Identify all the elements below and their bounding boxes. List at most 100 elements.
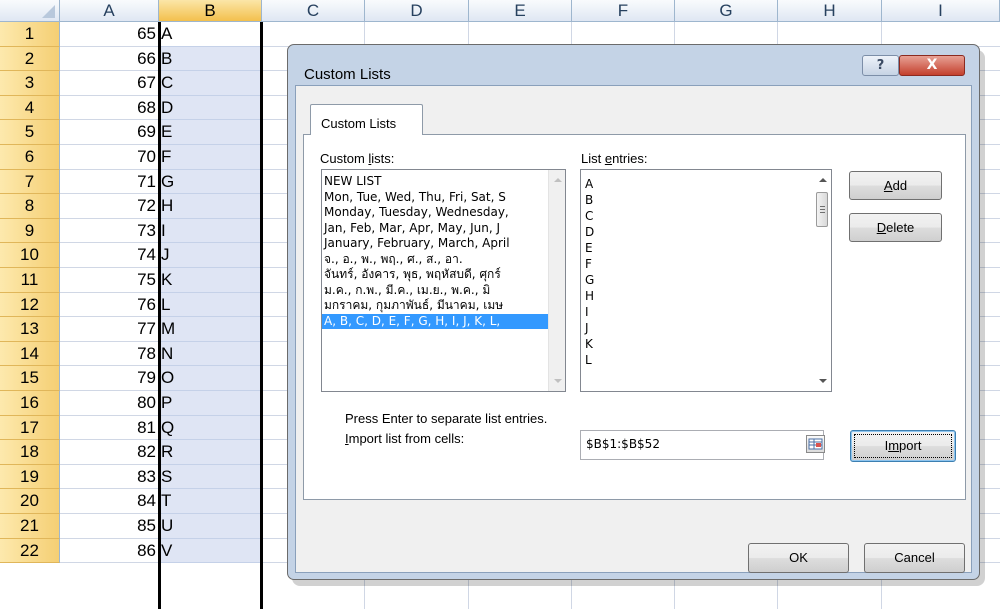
scroll-thumb[interactable] bbox=[816, 192, 828, 227]
cell-a15[interactable]: 79 bbox=[60, 366, 159, 391]
row-header-14[interactable]: 14 bbox=[0, 341, 60, 367]
cell-a18[interactable]: 82 bbox=[60, 440, 159, 465]
cell-b22[interactable]: V bbox=[159, 538, 262, 564]
ok-button[interactable]: OK bbox=[748, 543, 849, 573]
row-header-22[interactable]: 22 bbox=[0, 538, 60, 564]
cell-a5[interactable]: 69 bbox=[60, 120, 159, 145]
import-range-input[interactable]: $B$1:$B$52 bbox=[580, 430, 824, 460]
cell-b12[interactable]: L bbox=[159, 292, 262, 318]
row-header-1[interactable]: 1 bbox=[0, 22, 60, 47]
cell-a11[interactable]: 75 bbox=[60, 268, 159, 293]
custom-list-item[interactable]: Jan, Feb, Mar, Apr, May, Jun, J bbox=[322, 221, 548, 237]
cell-a8[interactable]: 72 bbox=[60, 194, 159, 219]
cell-a6[interactable]: 70 bbox=[60, 145, 159, 170]
custom-list-item[interactable]: A, B, C, D, E, F, G, H, I, J, K, L, bbox=[322, 313, 548, 329]
row-header-2[interactable]: 2 bbox=[0, 46, 60, 72]
collapse-dialog-icon[interactable] bbox=[806, 435, 825, 453]
cell-b5[interactable]: E bbox=[159, 120, 262, 145]
cell-b19[interactable]: S bbox=[159, 464, 262, 490]
row-header-13[interactable]: 13 bbox=[0, 317, 60, 342]
row-header-12[interactable]: 12 bbox=[0, 292, 60, 318]
row-header-9[interactable]: 9 bbox=[0, 218, 60, 244]
cell-a19[interactable]: 83 bbox=[60, 464, 159, 490]
cell-a20[interactable]: 84 bbox=[60, 489, 159, 514]
scroll-down-arrow-icon[interactable] bbox=[554, 379, 562, 383]
cell-b7[interactable]: G bbox=[159, 169, 262, 195]
cell-b15[interactable]: O bbox=[159, 366, 262, 391]
close-button[interactable]: X bbox=[899, 55, 965, 76]
cell-a4[interactable]: 68 bbox=[60, 95, 159, 121]
custom-list-item[interactable]: Monday, Tuesday, Wednesday, bbox=[322, 205, 548, 221]
tab-custom-lists[interactable]: Custom Lists bbox=[310, 104, 423, 135]
cell-b20[interactable]: T bbox=[159, 489, 262, 514]
scroll-up-arrow-icon[interactable] bbox=[819, 178, 827, 182]
custom-lists-listbox[interactable]: NEW LIST Mon, Tue, Wed, Thu, Fri, Sat, SM… bbox=[321, 169, 566, 392]
row-header-4[interactable]: 4 bbox=[0, 95, 60, 121]
row-header-11[interactable]: 11 bbox=[0, 268, 60, 293]
column-header-b[interactable]: B bbox=[159, 0, 262, 22]
cell-a2[interactable]: 66 bbox=[60, 46, 159, 72]
custom-list-item[interactable]: จ., อ., พ., พฤ., ศ., ส., อา. bbox=[322, 252, 548, 268]
row-header-20[interactable]: 20 bbox=[0, 489, 60, 514]
row-header-21[interactable]: 21 bbox=[0, 514, 60, 539]
cell-a22[interactable]: 86 bbox=[60, 538, 159, 564]
cell-b13[interactable]: M bbox=[159, 317, 262, 342]
row-header-5[interactable]: 5 bbox=[0, 120, 60, 145]
cell-a12[interactable]: 76 bbox=[60, 292, 159, 318]
row-header-15[interactable]: 15 bbox=[0, 366, 60, 391]
column-header-f[interactable]: F bbox=[572, 0, 675, 22]
cell-a16[interactable]: 80 bbox=[60, 391, 159, 416]
column-header-e[interactable]: E bbox=[469, 0, 572, 22]
cell-a3[interactable]: 67 bbox=[60, 71, 159, 96]
cell-b9[interactable]: I bbox=[159, 218, 262, 244]
row-header-3[interactable]: 3 bbox=[0, 71, 60, 96]
select-all-corner[interactable] bbox=[0, 0, 60, 22]
cell-a9[interactable]: 73 bbox=[60, 218, 159, 244]
column-header-a[interactable]: A bbox=[60, 0, 159, 22]
row-header-16[interactable]: 16 bbox=[0, 391, 60, 416]
custom-list-item[interactable]: ม.ค., ก.พ., มี.ค., เม.ย., พ.ค., มิ bbox=[322, 283, 548, 299]
cell-b16[interactable]: P bbox=[159, 391, 262, 416]
row-header-7[interactable]: 7 bbox=[0, 169, 60, 195]
custom-list-item[interactable]: จันทร์, อังคาร, พุธ, พฤหัสบดี, ศุกร์ bbox=[322, 267, 548, 283]
cell-a10[interactable]: 74 bbox=[60, 243, 159, 268]
cell-b2[interactable]: B bbox=[159, 46, 262, 72]
custom-list-item[interactable]: มกราคม, กุมภาพันธ์, มีนาคม, เมษ bbox=[322, 298, 548, 314]
cell-b6[interactable]: F bbox=[159, 145, 262, 170]
cell-b10[interactable]: J bbox=[159, 243, 262, 268]
cell-a7[interactable]: 71 bbox=[60, 169, 159, 195]
cell-b11[interactable]: K bbox=[159, 268, 262, 293]
row-header-17[interactable]: 17 bbox=[0, 415, 60, 441]
cell-b18[interactable]: R bbox=[159, 440, 262, 465]
row-header-8[interactable]: 8 bbox=[0, 194, 60, 219]
column-header-d[interactable]: D bbox=[365, 0, 469, 22]
column-header-h[interactable]: H bbox=[778, 0, 882, 22]
cell-a17[interactable]: 81 bbox=[60, 415, 159, 441]
column-header-c[interactable]: C bbox=[262, 0, 365, 22]
list-entries-scrollbar[interactable] bbox=[814, 170, 831, 391]
cell-b3[interactable]: C bbox=[159, 71, 262, 96]
cell-b14[interactable]: N bbox=[159, 341, 262, 367]
scroll-down-arrow-icon[interactable] bbox=[819, 379, 827, 383]
row-header-10[interactable]: 10 bbox=[0, 243, 60, 268]
cancel-button[interactable]: Cancel bbox=[864, 543, 965, 573]
cell-a1[interactable]: 65 bbox=[60, 22, 159, 47]
custom-lists-scrollbar[interactable] bbox=[548, 170, 565, 391]
list-entries-textbox[interactable]: ABCDEFGHIJKL bbox=[580, 169, 832, 392]
row-header-6[interactable]: 6 bbox=[0, 145, 60, 170]
column-header-i[interactable]: I bbox=[882, 0, 1000, 22]
custom-list-item[interactable]: January, February, March, April bbox=[322, 236, 548, 252]
column-header-g[interactable]: G bbox=[675, 0, 778, 22]
custom-list-item[interactable]: Mon, Tue, Wed, Thu, Fri, Sat, S bbox=[322, 190, 548, 206]
scroll-up-arrow-icon[interactable] bbox=[554, 178, 562, 182]
import-button[interactable]: Import bbox=[850, 430, 956, 462]
help-button[interactable]: ? bbox=[862, 55, 899, 76]
add-button[interactable]: Add bbox=[849, 171, 942, 200]
row-header-18[interactable]: 18 bbox=[0, 440, 60, 465]
cell-b1[interactable]: A bbox=[159, 22, 262, 47]
cell-b4[interactable]: D bbox=[159, 95, 262, 121]
cell-b21[interactable]: U bbox=[159, 514, 262, 539]
cell-a13[interactable]: 77 bbox=[60, 317, 159, 342]
row-header-19[interactable]: 19 bbox=[0, 464, 60, 490]
cell-a21[interactable]: 85 bbox=[60, 514, 159, 539]
